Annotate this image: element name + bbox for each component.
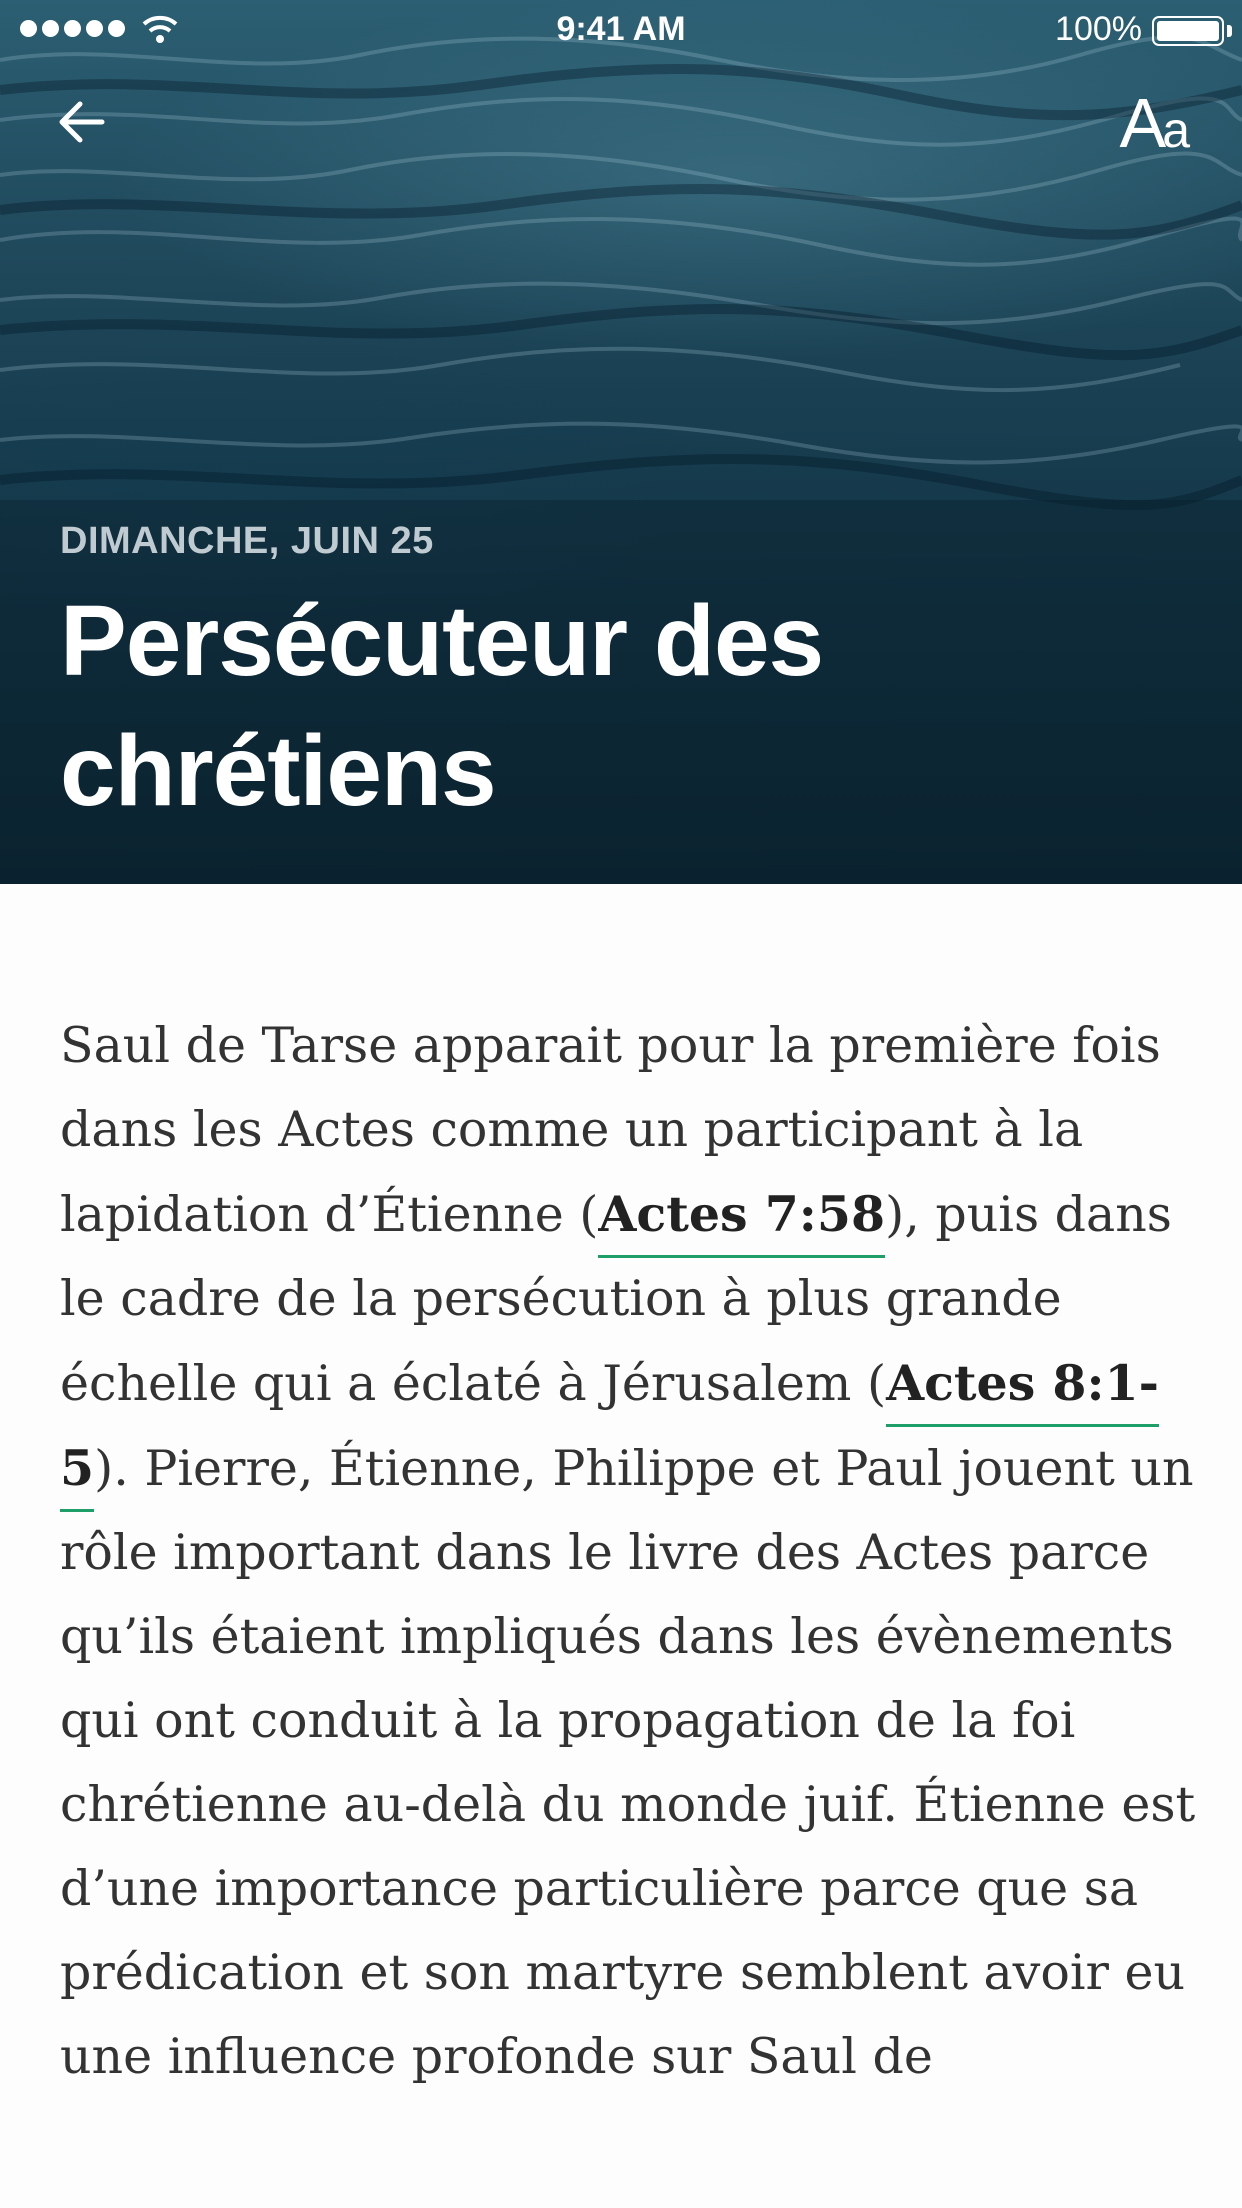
font-size-button[interactable]: Aa: [1119, 88, 1190, 158]
font-size-small-glyph: a: [1162, 102, 1190, 158]
article-paragraph: Saul de Tarse apparait pour la première …: [60, 1004, 1200, 2099]
scripture-reference-link[interactable]: Actes 7:58: [598, 1185, 886, 1258]
article-title: Persécuteur des chrétiens: [60, 585, 824, 827]
article-body: Saul de Tarse apparait pour la première …: [60, 1004, 1200, 2099]
back-arrow-icon[interactable]: [52, 92, 112, 152]
battery-percentage: 100%: [1055, 10, 1142, 48]
font-size-large-glyph: A: [1119, 84, 1167, 162]
battery-icon: [1152, 16, 1224, 46]
article-date: DIMANCHE, JUIN 25: [60, 520, 434, 562]
body-text-part: ). Pierre, Étienne, Philippe et Paul jou…: [60, 1440, 1196, 2085]
status-bar: 9:41 AM 100%: [0, 0, 1242, 60]
hero-header: 9:41 AM 100% Aa DIMANCHE, JUIN 25 Perséc…: [0, 0, 1242, 884]
